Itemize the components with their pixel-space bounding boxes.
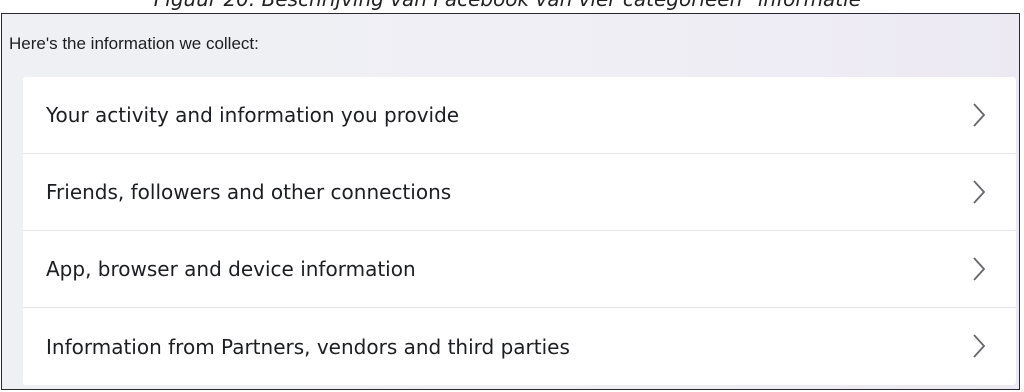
information-category-list: Your activity and information you provid… — [23, 77, 1016, 385]
category-row-partners[interactable]: Information from Partners, vendors and t… — [23, 308, 1016, 385]
intro-text: Here's the information we collect: — [9, 34, 259, 53]
category-label: App, browser and device information — [46, 257, 416, 281]
chevron-right-icon — [972, 102, 986, 128]
category-row-device[interactable]: App, browser and device information — [23, 231, 1016, 308]
chevron-right-icon — [972, 256, 986, 282]
figure-caption: Figuur 20. Beschrijving van Facebook van… — [0, 0, 1024, 10]
category-label: Your activity and information you provid… — [46, 103, 460, 127]
category-row-activity[interactable]: Your activity and information you provid… — [23, 77, 1016, 154]
category-row-connections[interactable]: Friends, followers and other connections — [23, 154, 1016, 231]
category-label: Friends, followers and other connections — [46, 180, 452, 204]
chevron-right-icon — [972, 333, 986, 359]
chevron-right-icon — [972, 179, 986, 205]
information-panel: Here's the information we collect: Your … — [1, 13, 1020, 390]
category-label: Information from Partners, vendors and t… — [46, 334, 570, 359]
